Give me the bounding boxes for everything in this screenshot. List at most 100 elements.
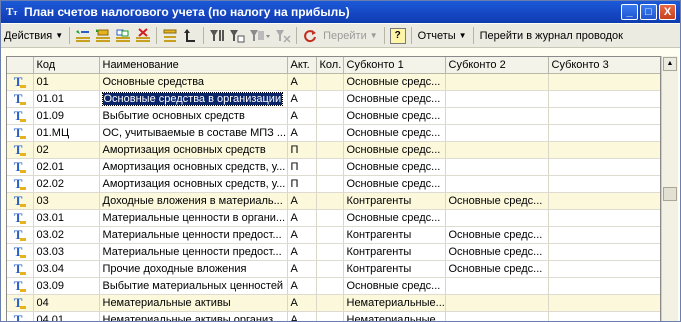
quantity-flag-cell[interactable]: [316, 226, 344, 244]
account-name-cell[interactable]: Основные средства: [99, 73, 288, 91]
copy-account-icon[interactable]: [114, 27, 132, 45]
subconto-3-cell[interactable]: [548, 158, 660, 176]
account-name-cell[interactable]: Нематериальные активы организ...: [99, 311, 288, 321]
quantity-flag-cell[interactable]: [316, 260, 344, 278]
title-bar[interactable]: Тт План счетов налогового учета (по нало…: [1, 1, 680, 23]
subconto-1-cell[interactable]: Основные средс...: [343, 73, 446, 91]
account-name-cell[interactable]: Амортизация основных средств: [99, 141, 288, 159]
filter-icon[interactable]: [208, 27, 226, 45]
subconto-3-cell[interactable]: [548, 124, 660, 142]
column-header-quantity[interactable]: Кол.: [316, 57, 344, 74]
close-button[interactable]: X: [659, 4, 676, 20]
account-name-cell[interactable]: Доходные вложения в материаль...: [99, 192, 288, 210]
subconto-2-cell[interactable]: Основные средс...: [445, 260, 549, 278]
account-type-cell[interactable]: А: [287, 311, 317, 321]
subconto-2-cell[interactable]: [445, 294, 549, 312]
account-name-cell[interactable]: Амортизация основных средств, у...: [99, 158, 288, 176]
table-row[interactable]: T 01.09 Выбытие основных средств А Основные …: [7, 107, 660, 125]
account-type-cell[interactable]: П: [287, 175, 317, 193]
table-row[interactable]: T 03.03 Материальные ценности предост... А К…: [7, 243, 660, 261]
add-group-icon[interactable]: [94, 27, 112, 45]
quantity-flag-cell[interactable]: [316, 124, 344, 142]
column-header-subconto-1[interactable]: Субконто 1: [343, 57, 446, 74]
quantity-flag-cell[interactable]: [316, 209, 344, 227]
table-row[interactable]: T 03.02 Материальные ценности предост... А К…: [7, 226, 660, 244]
account-name-cell[interactable]: Амортизация основных средств, у...: [99, 175, 288, 193]
account-code-cell[interactable]: 03: [33, 192, 100, 210]
subconto-2-cell[interactable]: [445, 209, 549, 227]
clear-filter-icon[interactable]: [274, 27, 292, 45]
subconto-3-cell[interactable]: [548, 209, 660, 227]
quantity-flag-cell[interactable]: [316, 277, 344, 295]
subconto-3-cell[interactable]: [548, 73, 660, 91]
account-type-cell[interactable]: А: [287, 294, 317, 312]
account-type-cell[interactable]: А: [287, 260, 317, 278]
help-icon[interactable]: ?: [389, 27, 407, 45]
table-row[interactable]: T 02.01 Амортизация основных средств, у...…: [7, 158, 660, 176]
minimize-button[interactable]: _: [621, 4, 638, 20]
subconto-2-cell[interactable]: Основные средс...: [445, 226, 549, 244]
hierarchy-icon[interactable]: [161, 27, 179, 45]
account-code-cell[interactable]: 02.01: [33, 158, 100, 176]
column-header-icon[interactable]: [7, 57, 34, 74]
account-code-cell[interactable]: 01.09: [33, 107, 100, 125]
subconto-1-cell[interactable]: Основные средс...: [343, 124, 446, 142]
subconto-2-cell[interactable]: [445, 141, 549, 159]
account-type-cell[interactable]: А: [287, 124, 317, 142]
subconto-1-cell[interactable]: Основные средс...: [343, 107, 446, 125]
column-header-subconto-3[interactable]: Субконто 3: [548, 57, 660, 74]
scroll-thumb[interactable]: [663, 187, 677, 201]
account-code-cell[interactable]: 03.04: [33, 260, 100, 278]
table-row[interactable]: T 02.02 Амортизация основных средств, у...…: [7, 175, 660, 193]
reports-menu-button[interactable]: Отчеты ▼: [415, 26, 470, 45]
account-code-cell[interactable]: 04: [33, 294, 100, 312]
quantity-flag-cell[interactable]: [316, 107, 344, 125]
subconto-2-cell[interactable]: Основные средс...: [445, 192, 549, 210]
column-header-active[interactable]: Акт.: [287, 57, 317, 74]
quantity-flag-cell[interactable]: [316, 158, 344, 176]
account-code-cell[interactable]: 01.МЦ: [33, 124, 100, 142]
table-row[interactable]: T 03 Доходные вложения в материаль... А Конт…: [7, 192, 660, 210]
subconto-1-cell[interactable]: Контрагенты: [343, 243, 446, 261]
account-code-cell[interactable]: 01: [33, 73, 100, 91]
table-row[interactable]: T 01.01 Основные средства в организации А Ос…: [7, 90, 660, 108]
subconto-1-cell[interactable]: Основные средс...: [343, 277, 446, 295]
quantity-flag-cell[interactable]: [316, 175, 344, 193]
subconto-1-cell[interactable]: Основные средс...: [343, 158, 446, 176]
table-row[interactable]: T 04 Нематериальные активы А Нематериальные.…: [7, 294, 660, 312]
table-row[interactable]: T 03.04 Прочие доходные вложения А Контраген…: [7, 260, 660, 278]
account-type-cell[interactable]: П: [287, 158, 317, 176]
subconto-1-cell[interactable]: Контрагенты: [343, 226, 446, 244]
account-type-cell[interactable]: А: [287, 73, 317, 91]
subconto-3-cell[interactable]: [548, 243, 660, 261]
subconto-2-cell[interactable]: [445, 124, 549, 142]
table-row[interactable]: T 01 Основные средства А Основные средс...: [7, 73, 660, 91]
account-type-cell[interactable]: А: [287, 107, 317, 125]
subconto-1-cell[interactable]: Основные средс...: [343, 141, 446, 159]
account-code-cell[interactable]: 04.01: [33, 311, 100, 321]
account-type-cell[interactable]: А: [287, 90, 317, 108]
account-code-cell[interactable]: 03.01: [33, 209, 100, 227]
account-name-cell[interactable]: Выбытие основных средств: [99, 107, 288, 125]
quantity-flag-cell[interactable]: [316, 141, 344, 159]
account-name-cell[interactable]: Прочие доходные вложения: [99, 260, 288, 278]
account-code-cell[interactable]: 03.09: [33, 277, 100, 295]
refresh-icon[interactable]: [301, 27, 319, 45]
subconto-3-cell[interactable]: [548, 260, 660, 278]
account-name-cell[interactable]: Материальные ценности предост...: [99, 243, 288, 261]
subconto-2-cell[interactable]: [445, 311, 549, 321]
subconto-3-cell[interactable]: [548, 175, 660, 193]
actions-menu-button[interactable]: Действия ▼: [1, 26, 66, 45]
account-code-cell[interactable]: 01.01: [33, 90, 100, 108]
column-header-subconto-2[interactable]: Субконто 2: [445, 57, 549, 74]
subconto-1-cell[interactable]: Основные средс...: [343, 175, 446, 193]
subconto-3-cell[interactable]: [548, 277, 660, 295]
quantity-flag-cell[interactable]: [316, 90, 344, 108]
account-type-cell[interactable]: А: [287, 277, 317, 295]
journal-button[interactable]: Перейти в журнал проводок: [477, 26, 626, 45]
subconto-2-cell[interactable]: [445, 107, 549, 125]
quantity-flag-cell[interactable]: [316, 192, 344, 210]
goto-button[interactable]: Перейти ▼: [320, 26, 381, 45]
table-row[interactable]: T 04.01 Нематериальные активы организ... А Н…: [7, 311, 660, 321]
quantity-flag-cell[interactable]: [316, 73, 344, 91]
